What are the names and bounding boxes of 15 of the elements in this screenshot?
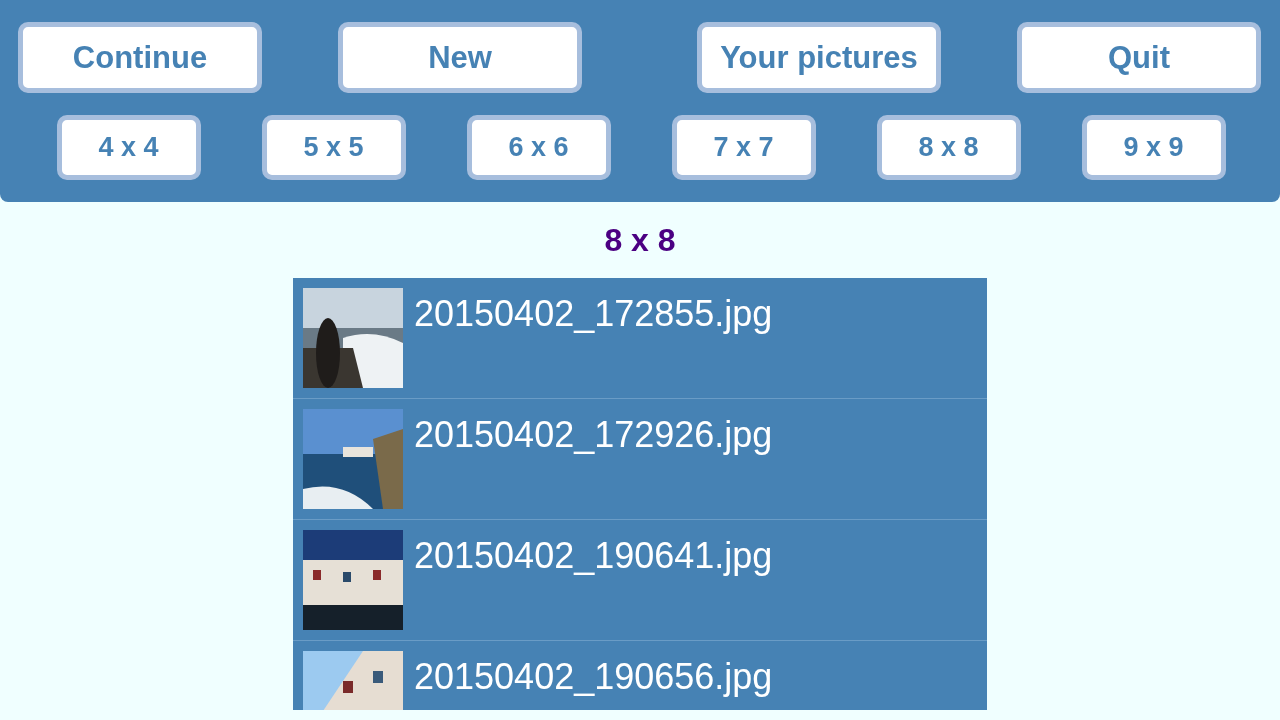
file-name[interactable]: 20150402_172926.jpg [414, 409, 773, 461]
size-button[interactable]: 8 x 8 [876, 115, 1021, 180]
menu-button[interactable]: Quit [1017, 22, 1261, 93]
file-name[interactable]: 20150402_190641.jpg [414, 530, 773, 582]
size-button[interactable]: 5 x 5 [261, 115, 406, 180]
menu-button[interactable]: Continue [18, 22, 262, 93]
size-button[interactable]: 9 x 9 [1081, 115, 1226, 180]
size-button[interactable]: 4 x 4 [56, 115, 201, 180]
file-name[interactable]: 20150402_172855.jpg [414, 288, 773, 340]
menu-button[interactable]: New [338, 22, 582, 93]
menu-button[interactable]: Your pictures [697, 22, 941, 93]
size-button[interactable]: 7 x 7 [671, 115, 816, 180]
size-button[interactable]: 6 x 6 [466, 115, 611, 180]
grid-size-heading: 8 x 8 [604, 221, 676, 259]
file-name[interactable]: 20150402_190656.jpg [414, 651, 773, 703]
